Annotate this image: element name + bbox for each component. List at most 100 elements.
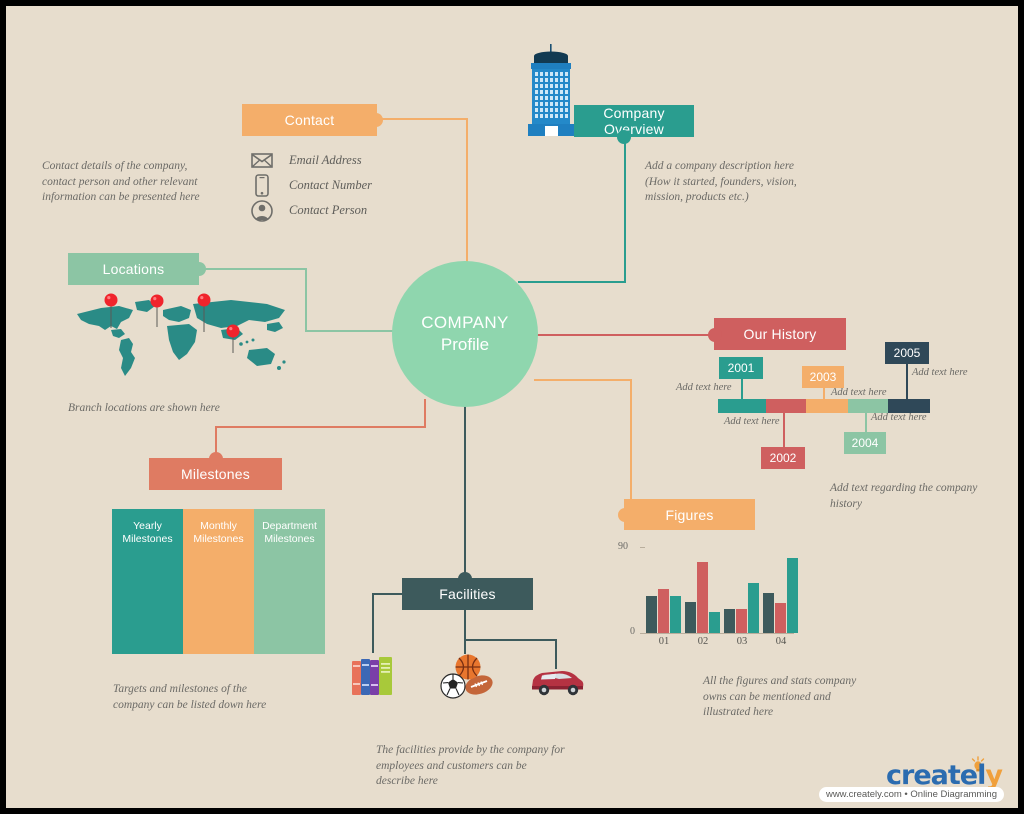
connector-knob-milestones <box>209 452 223 466</box>
connector-knob-contact <box>369 113 383 127</box>
milestones-caption: Targets and milestones of the company ca… <box>113 683 267 711</box>
chart-bar[interactable] <box>670 596 681 633</box>
timeline-segment-2005[interactable] <box>888 399 930 413</box>
contact-row-label: Contact Number <box>289 178 372 192</box>
chart-xtick-01: 01 <box>658 636 670 647</box>
timeline-year-label: 2003 <box>809 370 837 384</box>
figures-caption: All the figures and stats company owns c… <box>703 675 857 718</box>
connector-knob-figures <box>618 508 632 522</box>
contact-detail-list: Email Address Contact Number Contact Per… <box>249 148 372 223</box>
connector-overview-vertical <box>624 137 626 282</box>
milestone-column-label: Department Milestones <box>262 520 317 545</box>
connector-milestones-h <box>215 426 426 428</box>
connector-facility-mid-v <box>464 610 466 654</box>
figures-bar-chart: 90 0 01 02 03 04 <box>618 541 799 653</box>
chart-bar[interactable] <box>709 611 720 633</box>
chart-bar[interactable] <box>775 602 786 633</box>
chart-group-04 <box>763 547 799 633</box>
mobile-phone-icon <box>249 174 275 198</box>
center-node-company-profile[interactable]: COMPANY Profile <box>392 261 538 407</box>
timeline-chip-2002[interactable]: 2002 <box>761 447 805 469</box>
chart-bar[interactable] <box>724 608 735 633</box>
sports-balls-icon <box>440 654 493 699</box>
chart-bar[interactable] <box>736 608 747 633</box>
node-locations-label: Locations <box>102 261 165 277</box>
node-locations[interactable]: Locations <box>68 253 199 285</box>
connector-figures-h1 <box>534 379 632 381</box>
node-figures-label: Figures <box>665 506 714 523</box>
chart-ytick-min: 0 <box>630 626 635 637</box>
chart-x-axis <box>644 633 794 634</box>
connector-milestones-v1 <box>424 399 426 427</box>
timeline-segment-2003[interactable] <box>806 399 848 413</box>
node-our-history[interactable]: Our History <box>714 318 846 350</box>
timeline-note-2004: Add text here <box>871 412 927 423</box>
chart-bar[interactable] <box>748 583 759 633</box>
timeline-note-2003: Add text here <box>831 387 887 398</box>
chart-bar[interactable] <box>646 596 657 633</box>
timeline-note-2001: Add text here <box>676 382 732 393</box>
envelope-icon <box>249 149 275 173</box>
connector-locations-h1 <box>199 268 307 270</box>
map-pin-icon <box>197 293 211 332</box>
creately-branding[interactable]: creately www.creately.com • Online Diagr… <box>814 756 1010 804</box>
locations-caption: Branch locations are shown here <box>68 402 220 414</box>
chart-xtick-03: 03 <box>736 636 748 647</box>
map-pin-icon <box>226 324 240 353</box>
timeline-year-label: 2005 <box>893 346 921 360</box>
office-building-icon <box>528 44 574 136</box>
person-icon <box>249 199 275 223</box>
chart-bar[interactable] <box>787 558 798 633</box>
chart-ytick-max: 90 <box>618 541 628 552</box>
milestone-column-yearly[interactable]: Yearly Milestones <box>112 509 183 654</box>
chart-bar[interactable] <box>685 602 696 633</box>
timeline-segment-2004[interactable] <box>848 399 888 413</box>
connector-facility-left-v <box>372 593 374 653</box>
diagram-canvas: Company Overview Contact Locations Our H… <box>0 0 1024 814</box>
node-contact[interactable]: Contact <box>242 104 377 136</box>
milestone-column-label: Monthly Milestones <box>193 520 244 545</box>
timeline-year-label: 2004 <box>851 436 879 450</box>
chart-bar[interactable] <box>697 562 708 633</box>
facilities-caption: The facilities provide by the company fo… <box>376 744 565 787</box>
connector-knob-company-overview <box>617 130 631 144</box>
timeline-stem-2002 <box>783 413 785 447</box>
timeline-year-label: 2002 <box>769 451 797 465</box>
timeline-note-2002: Add text here <box>724 416 780 427</box>
diagram-board: Company Overview Contact Locations Our H… <box>6 6 1018 808</box>
milestone-column-label: Yearly Milestones <box>122 520 173 545</box>
timeline-segment-2001[interactable] <box>718 399 766 413</box>
timeline-segment-2002[interactable] <box>766 399 806 413</box>
timeline-chip-2005[interactable]: 2005 <box>885 342 929 364</box>
chart-xtick-02: 02 <box>697 636 709 647</box>
timeline-chip-2004[interactable]: 2004 <box>844 432 886 454</box>
chart-group-01 <box>646 547 682 633</box>
node-company-overview[interactable]: Company Overview <box>574 105 694 137</box>
chart-bar[interactable] <box>763 593 774 633</box>
connector-knob-our-history <box>708 328 722 342</box>
history-caption: Add text regarding the company history <box>830 482 978 510</box>
connector-contact <box>376 118 468 120</box>
node-contact-label: Contact <box>284 112 335 128</box>
connector-overview-horizontal <box>518 281 626 283</box>
center-title-line1: COMPANY <box>421 313 509 332</box>
map-pin-icon <box>104 293 118 328</box>
connector-facility-right-v <box>555 639 557 669</box>
milestone-column-department[interactable]: Department Milestones <box>254 509 325 654</box>
node-figures[interactable]: Figures <box>624 499 755 530</box>
chart-bar[interactable] <box>658 589 669 633</box>
timeline-chip-2001[interactable]: 2001 <box>719 357 763 379</box>
milestones-columns: Yearly Milestones Monthly Milestones Dep… <box>112 509 325 654</box>
map-pin-icon <box>150 294 164 327</box>
contact-caption: Contact details of the company, contact … <box>42 160 200 203</box>
connector-facilities-v <box>464 404 466 579</box>
connector-figures-v <box>630 379 632 516</box>
contact-row-label: Email Address <box>289 153 362 167</box>
milestone-column-monthly[interactable]: Monthly Milestones <box>183 509 254 654</box>
node-company-overview-label: Company Overview <box>603 105 665 137</box>
contact-row-email: Email Address <box>249 148 372 173</box>
chart-group-02 <box>685 547 721 633</box>
creately-tagline: www.creately.com • Online Diagramming <box>818 787 1004 802</box>
timeline-chip-2003[interactable]: 2003 <box>802 366 844 388</box>
connector-milestones-v2 <box>215 426 217 454</box>
